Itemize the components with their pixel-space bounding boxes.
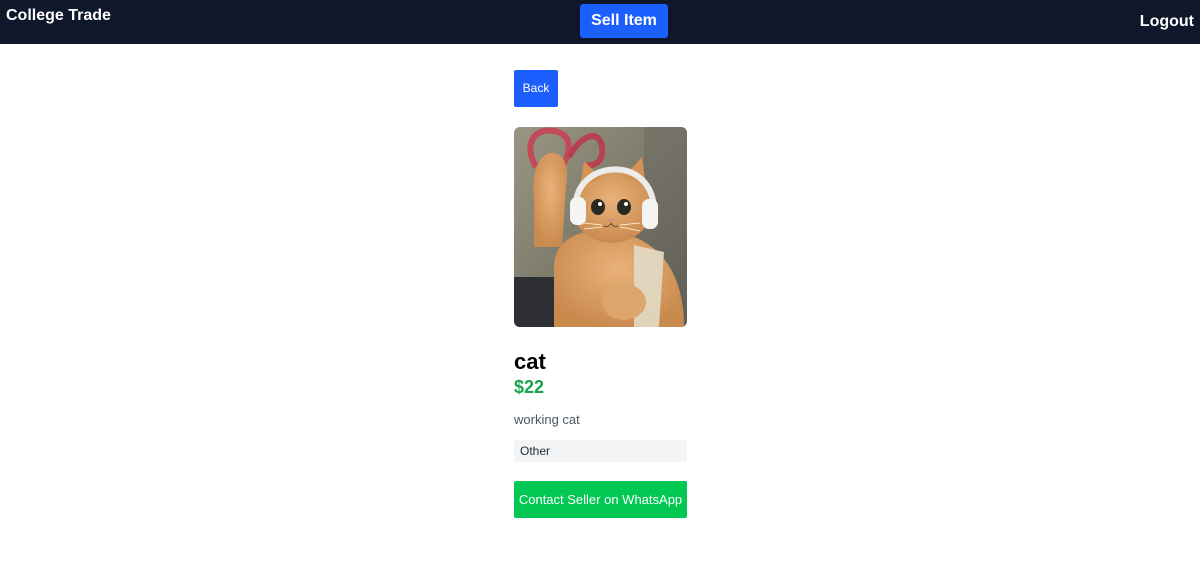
cat-photo — [514, 127, 687, 327]
category-badge: Other — [514, 440, 687, 462]
product-image — [514, 127, 687, 327]
logout-button[interactable]: Logout — [1140, 12, 1194, 32]
back-button[interactable]: Back — [514, 70, 558, 107]
brand-logo[interactable]: College Trade — [6, 6, 111, 26]
sell-item-button[interactable]: Sell Item — [580, 4, 668, 38]
product-price: $22 — [514, 377, 545, 397]
product-title: cat — [514, 349, 546, 374]
top-navbar: College Trade Sell Item Logout — [0, 0, 1200, 44]
contact-seller-whatsapp-button[interactable]: Contact Seller on WhatsApp — [514, 481, 687, 518]
product-description: working cat — [514, 412, 580, 427]
product-detail: Back cat $22 working cat Other Contact S… — [514, 70, 687, 518]
